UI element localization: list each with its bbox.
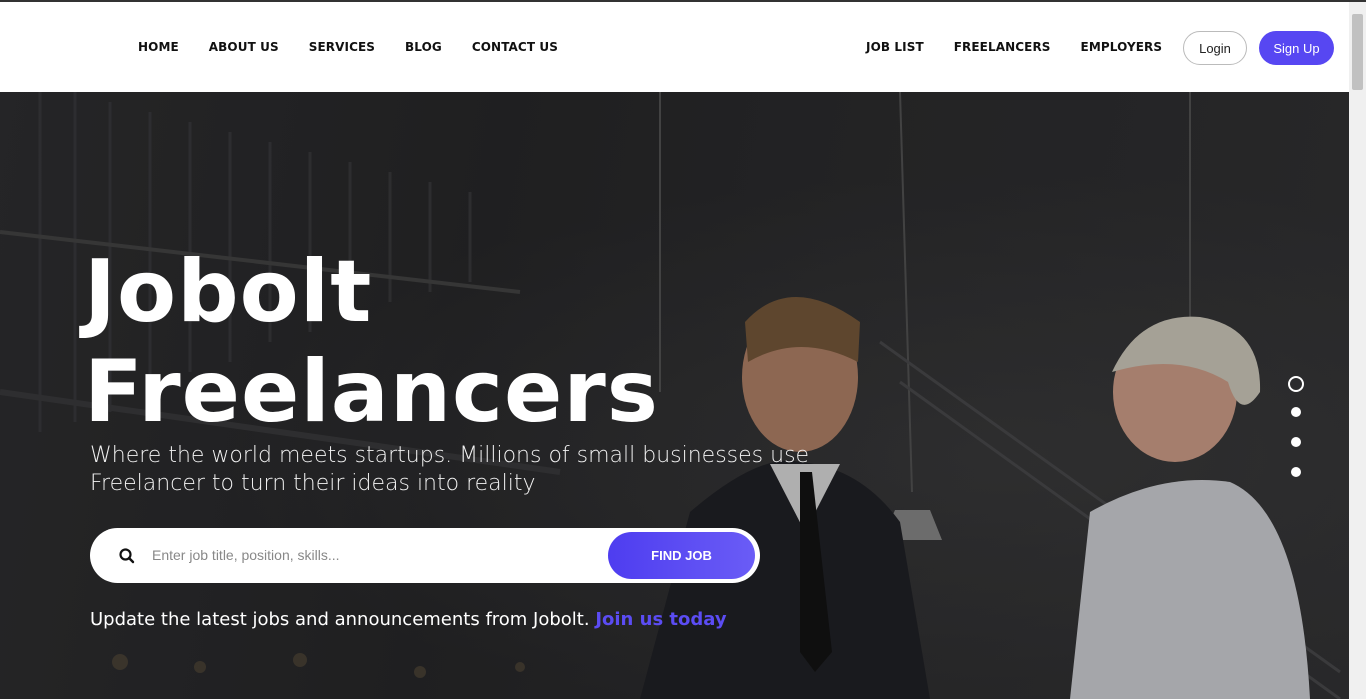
announcement-text: Update the latest jobs and announcements… (90, 609, 596, 630)
signup-button[interactable]: Sign Up (1259, 31, 1334, 65)
job-search-input[interactable] (152, 540, 582, 570)
main-nav: HOME ABOUT US SERVICES BLOG CONTACT US (138, 2, 588, 92)
nav-contact-us[interactable]: CONTACT US (472, 40, 558, 54)
nav-home[interactable]: HOME (138, 40, 179, 54)
announcement-line: Update the latest jobs and announcements… (90, 609, 727, 630)
nav-job-list[interactable]: JOB LIST (866, 40, 924, 54)
slider-dot-4[interactable] (1291, 467, 1301, 477)
site-header: HOME ABOUT US SERVICES BLOG CONTACT US J… (0, 2, 1349, 92)
hero-section: Jobolt Freelancers Where the world meets… (0, 92, 1349, 699)
hero-title-line2: Freelancers (84, 342, 659, 442)
nav-blog[interactable]: BLOG (405, 40, 442, 54)
slider-pagination (1287, 376, 1305, 497)
nav-about-us[interactable]: ABOUT US (209, 40, 279, 54)
slider-dot-1[interactable] (1288, 376, 1304, 392)
nav-employers[interactable]: EMPLOYERS (1081, 40, 1163, 54)
join-us-link[interactable]: Join us today (595, 609, 726, 630)
slider-dot-2[interactable] (1291, 407, 1301, 417)
scrollbar-thumb[interactable] (1352, 14, 1363, 90)
nav-services[interactable]: SERVICES (309, 40, 375, 54)
slider-dot-3[interactable] (1291, 437, 1301, 447)
hero-subtitle: Where the world meets startups. Millions… (90, 443, 810, 496)
page-scrollbar[interactable] (1349, 2, 1366, 699)
search-icon (119, 548, 135, 564)
hero-title: Jobolt Freelancers (84, 242, 659, 442)
hero-title-line1: Jobolt (84, 242, 373, 342)
job-search-bar: FIND JOB (90, 528, 760, 583)
secondary-nav: JOB LIST FREELANCERS EMPLOYERS (866, 2, 1192, 92)
find-job-button[interactable]: FIND JOB (608, 532, 755, 579)
login-button[interactable]: Login (1183, 31, 1247, 65)
nav-freelancers[interactable]: FREELANCERS (954, 40, 1051, 54)
